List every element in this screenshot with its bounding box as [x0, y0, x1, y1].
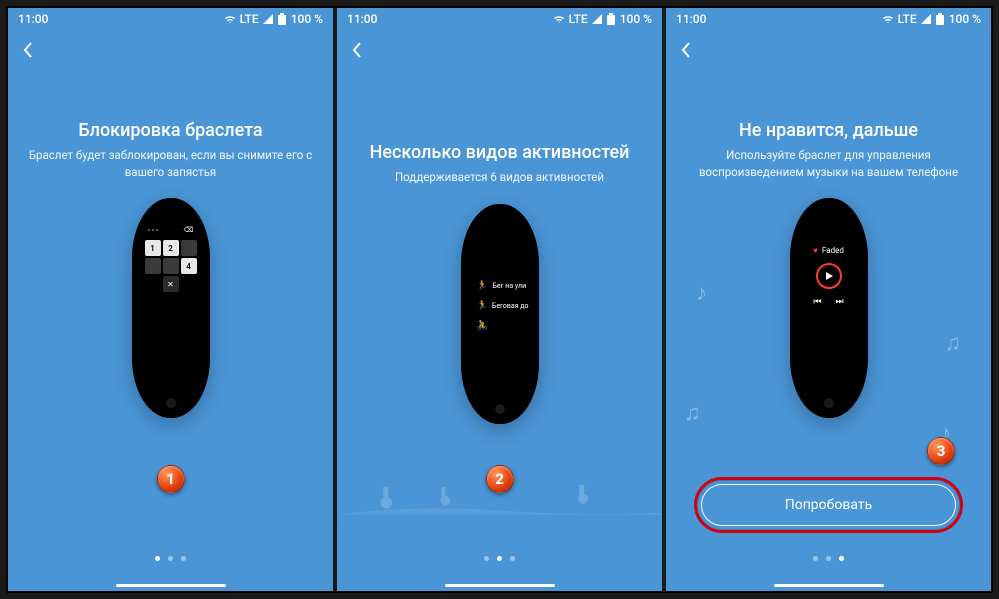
dot: [155, 556, 160, 561]
step-badge: 1: [157, 465, 185, 493]
network-label: LTE: [569, 12, 588, 26]
play-button-icon: [816, 263, 842, 289]
back-icon[interactable]: [22, 41, 34, 59]
band-screen-music: ♥ Faded ⏮ ⏭: [800, 222, 858, 378]
battery-icon: [935, 13, 945, 25]
back-icon[interactable]: [680, 41, 692, 59]
try-button[interactable]: Попробовать: [701, 484, 956, 526]
status-bar: 11:00 LTE 100 %: [337, 8, 662, 30]
keypad-key: [163, 258, 179, 274]
next-track-icon: ⏭: [836, 297, 844, 307]
page-subtitle: Браслет будет заблокирован, если вы сним…: [21, 147, 321, 180]
wifi-icon: [882, 14, 894, 24]
nav-bar-indicator[interactable]: [445, 584, 555, 587]
running-icon: 🏃: [477, 280, 489, 292]
onboarding-panel-1: 11:00 LTE 100 % Блокировка браслета Брас…: [8, 8, 333, 591]
battery-label: 100 %: [620, 12, 652, 26]
activity-label: Бег на ули: [493, 282, 527, 290]
step-badge: 3: [927, 437, 955, 465]
keypad-key: 2: [163, 240, 179, 256]
page-title: Несколько видов активностей: [370, 142, 630, 163]
onboarding-panel-3: 11:00 LTE 100 % ♪ ♫ ♫ ♪ Не нравится, дал…: [666, 8, 991, 591]
cycling-icon: 🚴: [477, 320, 489, 332]
prev-track-icon: ⏮: [813, 297, 821, 307]
page-subtitle: Используйте браслет для управления воспр…: [679, 147, 979, 180]
keypad-key: 4: [181, 258, 197, 274]
nav-bar-indicator[interactable]: [774, 584, 884, 587]
keypad-key: 1: [145, 240, 161, 256]
activity-row: 🏃 Беговая до: [471, 300, 529, 312]
dot: [813, 556, 818, 561]
treadmill-icon: 🏃: [477, 300, 488, 312]
app-header: [8, 30, 333, 70]
app-header: [666, 30, 991, 70]
battery-label: 100 %: [291, 12, 323, 26]
battery-label: 100 %: [949, 12, 981, 26]
keypad-key: [145, 258, 161, 274]
activity-label: Беговая до: [492, 302, 529, 310]
status-time: 11:00: [18, 12, 48, 26]
back-icon[interactable]: [351, 41, 363, 59]
signal-icon: [921, 14, 931, 24]
dot: [181, 556, 186, 561]
cta-highlight: Попробовать: [694, 477, 963, 533]
status-time: 11:00: [676, 12, 706, 26]
activity-row: 🏃 Бег на ули: [471, 280, 529, 292]
network-label: LTE: [898, 12, 917, 26]
dot: [510, 556, 515, 561]
onboarding-panel-2: 11:00 LTE 100 % Несколько видов активнос…: [337, 8, 662, 591]
wifi-icon: [553, 14, 565, 24]
step-badge: 2: [486, 465, 514, 493]
heart-icon: ♥: [813, 246, 818, 255]
track-title: Faded: [822, 246, 844, 255]
status-bar: 11:00 LTE 100 %: [8, 8, 333, 30]
dot: [497, 556, 502, 561]
keypad-clear: ✕: [163, 276, 179, 292]
page-title: Не нравится, дальше: [739, 120, 918, 141]
dot: [826, 556, 831, 561]
band-illustration: ◦ ◦ ◦⌫ 1 2 4 ✕: [132, 198, 210, 418]
page-subtitle: Поддерживается 6 видов активностей: [395, 169, 604, 186]
status-time: 11:00: [347, 12, 377, 26]
band-screen-activities: 🏃 Бег на ули 🏃 Беговая до 🚴: [471, 228, 529, 384]
keypad-key: [181, 240, 197, 256]
wifi-icon: [224, 14, 236, 24]
status-bar: 11:00 LTE 100 %: [666, 8, 991, 30]
band-illustration: 🏃 Бег на ули 🏃 Беговая до 🚴: [461, 204, 539, 424]
network-label: LTE: [240, 12, 259, 26]
dot: [484, 556, 489, 561]
battery-icon: [606, 13, 616, 25]
dot: [839, 556, 844, 561]
page-dots: [666, 556, 991, 561]
app-header: [337, 30, 662, 70]
band-illustration: ♥ Faded ⏮ ⏭: [790, 198, 868, 418]
signal-icon: [592, 14, 602, 24]
band-screen-lock: ◦ ◦ ◦⌫ 1 2 4 ✕: [142, 222, 200, 378]
page-dots: [8, 556, 333, 561]
nav-bar-indicator[interactable]: [116, 584, 226, 587]
page-title: Блокировка браслета: [78, 120, 262, 141]
activity-row: 🚴: [471, 320, 529, 332]
battery-icon: [277, 13, 287, 25]
dot: [168, 556, 173, 561]
page-dots: [337, 556, 662, 561]
signal-icon: [263, 14, 273, 24]
